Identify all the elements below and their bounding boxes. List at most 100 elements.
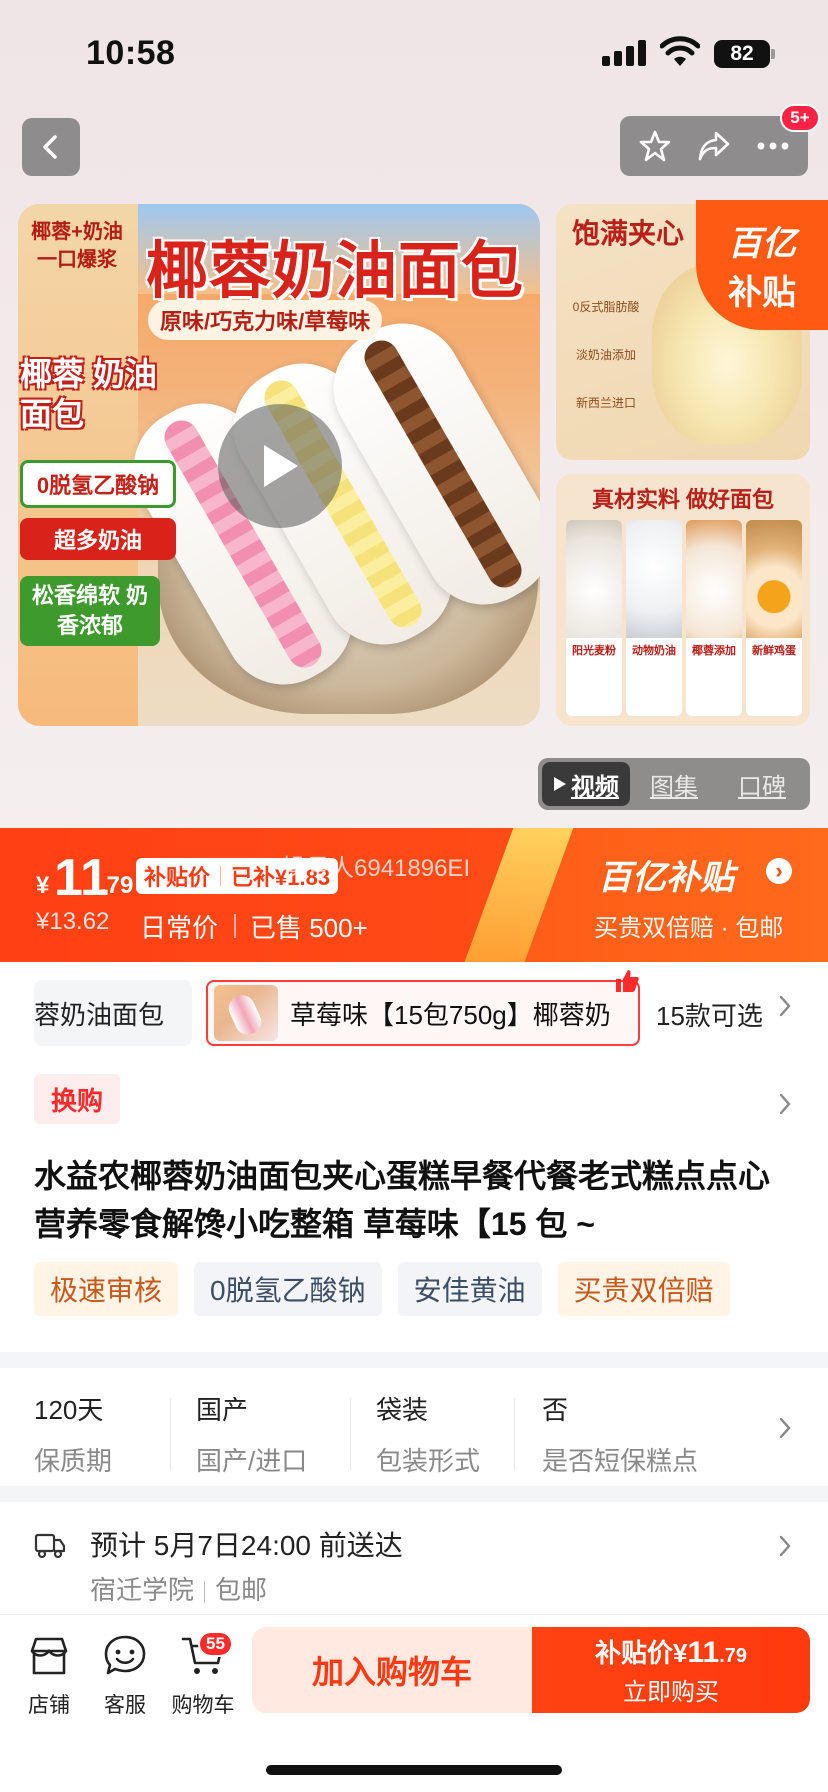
cart-count-badge: 55: [198, 1631, 233, 1657]
swap-badge[interactable]: 换购: [34, 1074, 120, 1124]
bottom-action-bar: 店铺 客服 购物车 55 加入购物车 补贴价¥11.79 立即购买: [0, 1614, 828, 1792]
shop-button[interactable]: 店铺: [14, 1633, 84, 1719]
truck-icon: [34, 1533, 66, 1559]
product-attributes[interactable]: 120天 保质期 国产 国产/进口 袋装 包装形式 否 是否短保糕点: [0, 1370, 828, 1486]
attr-separator: [350, 1398, 351, 1470]
chevron-right-icon: [779, 995, 791, 1017]
attr-separator: [514, 1398, 515, 1470]
cream-image: [626, 520, 682, 638]
favorite-button[interactable]: [630, 121, 680, 171]
buy-now-price: 补贴价¥11.79: [595, 1633, 747, 1670]
coconut-image: [686, 520, 742, 638]
tab-gallery[interactable]: 图集: [630, 762, 718, 806]
subsidy-brand: 百亿补贴: [598, 859, 734, 897]
ingredient-label: 动物奶油: [632, 645, 676, 657]
chevron-right-icon: ›: [766, 858, 792, 884]
delivery-separator: [204, 1581, 206, 1604]
ingredient-card: 动物奶油: [626, 520, 682, 716]
original-price-label: 日常价: [140, 913, 219, 943]
thumb-note: 新西兰进口: [575, 396, 636, 410]
tab-video[interactable]: 视频: [542, 762, 630, 806]
status-time: 10:58: [86, 34, 176, 72]
buy-price-dec: .79: [719, 1645, 747, 1667]
sku-selected-label: 草莓味【15包750g】椰蓉奶: [290, 999, 611, 1030]
signal-icon: [602, 40, 648, 66]
sku-option[interactable]: 椰蓉奶油面包: [34, 980, 192, 1046]
thumb-note: 淡奶油添加: [575, 348, 636, 362]
thumbs-up-icon: [616, 970, 639, 992]
buy-now-label: 立即购买: [623, 1679, 719, 1706]
attr-value: 国产: [196, 1395, 249, 1425]
back-button[interactable]: [22, 118, 80, 176]
ingredient-card: 阳光麦粉: [566, 520, 622, 716]
service-label: 客服: [104, 1694, 146, 1717]
attr-packaging: 袋装 包装形式: [376, 1390, 480, 1478]
tab-reviews[interactable]: 口碑: [718, 762, 806, 806]
battery-icon: 82: [714, 40, 775, 68]
chevron-right-icon[interactable]: [778, 1092, 792, 1116]
cart-label: 购物车: [171, 1694, 235, 1717]
attr-value: 否: [542, 1395, 569, 1425]
attr-key: 国产/进口: [196, 1446, 308, 1476]
subsidy-price-label: 补贴价: [144, 865, 211, 890]
tab-video-label: 视频: [571, 773, 619, 801]
attr-value: 袋装: [376, 1395, 429, 1425]
tag-separator: [220, 866, 222, 886]
attr-short-shelf: 否 是否短保糕点: [542, 1390, 698, 1478]
gallery-thumb-ingredients[interactable]: 真材实料 做好面包 阳光麦粉 动物奶油 椰蓉添加 新鲜鸡蛋: [556, 474, 810, 726]
price-banner[interactable]: ¥ 11 .79 补贴价 已补¥1.83 操号人6941896EI ¥13.62…: [0, 828, 828, 962]
ingredient-label: 新鲜鸡蛋: [752, 645, 796, 657]
sku-more-count[interactable]: 15款可选: [656, 996, 763, 1033]
thumb-ingredients-title: 真材实料 做好面包: [591, 487, 775, 512]
sold-separator: [234, 914, 236, 938]
share-button[interactable]: [689, 121, 739, 171]
share-icon: [698, 131, 730, 161]
play-button[interactable]: [218, 404, 342, 528]
buy-price-label: 补贴价¥: [595, 1638, 688, 1668]
subsidy-corner-line2: 补贴: [728, 274, 796, 312]
shop-icon: [30, 1637, 68, 1675]
sku-option-selected[interactable]: 草莓味【15包750g】椰蓉奶: [206, 980, 640, 1046]
attr-shelf-life: 120天 保质期: [34, 1390, 112, 1478]
delivery-location-line: 宿迁学院 包邮: [90, 1570, 267, 1607]
shop-label: 店铺: [28, 1694, 70, 1717]
chat-smile-icon: [104, 1635, 146, 1675]
add-to-cart-button[interactable]: 加入购物车: [252, 1627, 532, 1713]
section-divider: [0, 1486, 828, 1502]
ingredient-label: 阳光麦粉: [572, 645, 616, 657]
image-pill-additive: 0脱氢乙酸钠: [20, 460, 176, 508]
delivery-info[interactable]: 预计 5月7日24:00 前送达 宿迁学院 包邮: [0, 1502, 828, 1614]
tag-no-additive: 0脱氢乙酸钠: [194, 1262, 382, 1316]
flour-image: [566, 520, 622, 638]
product-title[interactable]: 水益农椰蓉奶油面包夹心蛋糕早餐代餐老式糕点点心营养零食解馋小吃整箱 草莓味【15…: [34, 1152, 794, 1248]
customer-service-button[interactable]: 客服: [90, 1633, 160, 1719]
message-badge: 5+: [780, 104, 820, 132]
sku-thumbnail: [214, 985, 278, 1041]
attr-key: 包装形式: [376, 1446, 481, 1476]
attr-key: 保质期: [34, 1446, 113, 1476]
image-side-name: 椰蓉 奶油面包: [20, 356, 157, 432]
attr-key: 是否短保糕点: [542, 1446, 699, 1476]
buy-now-button[interactable]: 补贴价¥11.79 立即购买: [532, 1627, 810, 1713]
attr-value: 120天: [34, 1395, 104, 1425]
ingredient-card: 新鲜鸡蛋: [746, 520, 802, 716]
egg-image: [746, 520, 802, 638]
sold-count: 已售 500+: [250, 913, 368, 943]
main-product-video[interactable]: 椰蓉奶油面包 原味/巧克力味/草莓味 椰蓉+奶油 一口爆浆 椰蓉 奶油面包 0脱…: [18, 204, 540, 726]
product-tags: 极速审核 0脱氢乙酸钠 安佳黄油 买贵双倍赔: [34, 1262, 730, 1316]
star-icon: [640, 130, 671, 162]
image-title: 椰蓉奶油面包: [146, 237, 525, 306]
home-indicator: [266, 1765, 562, 1775]
nav-actions: [620, 116, 808, 176]
media-tabs: 视频 图集 口碑: [538, 758, 810, 810]
ingredient-label: 椰蓉添加: [692, 645, 736, 657]
ingredient-card: 椰蓉添加: [686, 520, 742, 716]
status-bar: 10:58 82: [0, 0, 828, 108]
delivery-shipping: 包邮: [215, 1575, 268, 1605]
tag-butter: 安佳黄油: [397, 1262, 542, 1316]
tag-price-guarantee: 买贵双倍赔: [557, 1262, 730, 1316]
play-small-icon: [554, 777, 566, 791]
sku-option-label: 椰蓉奶油面包: [34, 999, 165, 1030]
image-pill-cream: 超多奶油: [20, 518, 176, 560]
watermark: 操号人6941896EI: [282, 855, 471, 882]
